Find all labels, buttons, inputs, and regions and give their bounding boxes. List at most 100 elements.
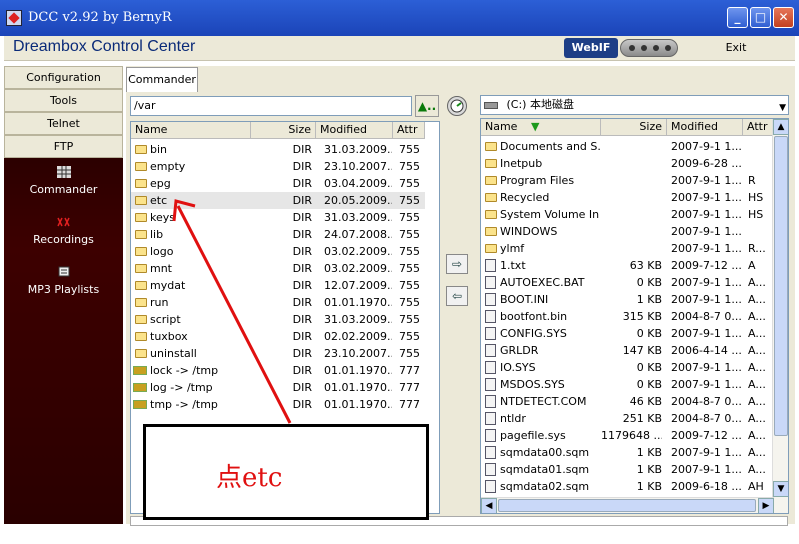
table-row[interactable]: lock -> /tmp DIR 01.01.1970... 777 xyxy=(131,362,425,379)
column-attr[interactable]: Attr xyxy=(393,122,425,139)
cell-name: sqmdata00.sqm xyxy=(500,446,590,459)
scroll-thumb[interactable] xyxy=(774,136,788,436)
table-row[interactable]: epg DIR 03.04.2009... 755 xyxy=(131,175,425,192)
folder-icon xyxy=(135,213,147,222)
table-row[interactable]: run DIR 01.01.1970... 755 xyxy=(131,294,425,311)
scroll-up-icon[interactable]: ▲ xyxy=(773,119,788,135)
table-row[interactable]: Inetpub 2009-6-28 ... xyxy=(481,155,774,172)
file-icon xyxy=(485,259,496,272)
cell-name: sqmdata02.sqm xyxy=(500,480,590,493)
cell-attr: A... xyxy=(748,293,766,306)
cell-attr: 777 xyxy=(399,364,420,377)
table-row[interactable]: Documents and S... 2007-9-1 1... xyxy=(481,138,774,155)
table-row[interactable]: tmp -> /tmp DIR 01.01.1970... 777 xyxy=(131,396,425,413)
table-row[interactable]: tuxbox DIR 02.02.2009... 755 xyxy=(131,328,425,345)
cell-size: 1 KB xyxy=(636,446,662,459)
chevron-down-icon[interactable]: ▼ xyxy=(779,99,786,117)
column-attr-right[interactable]: Attr xyxy=(743,119,773,136)
cell-name: tmp -> /tmp xyxy=(150,398,218,411)
cell-modified: 01.01.1970... xyxy=(324,381,392,394)
file-icon xyxy=(485,276,496,289)
minimize-button[interactable]: _ xyxy=(727,7,748,28)
cell-attr: HS xyxy=(748,191,764,204)
table-row[interactable]: IO.SYS 0 KB 2007-9-1 1... A... xyxy=(481,359,774,376)
table-row[interactable]: AUTOEXEC.BAT 0 KB 2007-9-1 1... A... xyxy=(481,274,774,291)
table-row[interactable]: System Volume In... 2007-9-1 1... HS xyxy=(481,206,774,223)
table-row[interactable]: CONFIG.SYS 0 KB 2007-9-1 1... A... xyxy=(481,325,774,342)
maximize-button[interactable]: □ xyxy=(750,7,771,28)
cell-attr: 755 xyxy=(399,330,420,343)
webif-button[interactable]: WebIF xyxy=(564,38,618,58)
table-row[interactable]: sqmdata00.sqm 1 KB 2007-9-1 1... A... xyxy=(481,444,774,461)
table-row[interactable]: sqmdata02.sqm 1 KB 2009-6-18 ... AH xyxy=(481,478,774,495)
horizontal-scrollbar[interactable]: ◀ ▶ xyxy=(481,497,774,513)
cell-attr: A... xyxy=(748,378,766,391)
column-name[interactable]: Name xyxy=(131,122,251,139)
table-row[interactable]: ylmf 2007-9-1 1... R... xyxy=(481,240,774,257)
scroll-down-icon[interactable]: ▼ xyxy=(773,481,788,497)
folder-icon xyxy=(135,145,147,154)
file-icon xyxy=(485,412,496,425)
table-row[interactable]: 1.txt 63 KB 2009-7-12 ... A xyxy=(481,257,774,274)
nav-tools[interactable]: Tools xyxy=(4,89,123,112)
cell-attr: 755 xyxy=(399,347,420,360)
table-row[interactable]: WINDOWS 2007-9-1 1... xyxy=(481,223,774,240)
column-size[interactable]: Size xyxy=(251,122,316,139)
cell-size: DIR xyxy=(292,313,312,326)
nav-commander[interactable]: Commander xyxy=(4,166,123,196)
table-row[interactable]: ntldr 251 KB 2004-8-7 0... A... xyxy=(481,410,774,427)
drive-select[interactable]: (C:) 本地磁盘 ▼ xyxy=(480,95,789,115)
cell-modified: 01.01.1970... xyxy=(324,296,392,309)
parent-directory-button[interactable]: ▲.. xyxy=(415,95,439,117)
remote-control-button[interactable] xyxy=(620,39,678,57)
copy-to-remote-button[interactable]: ⇨ xyxy=(446,254,468,274)
table-row[interactable]: Recycled 2007-9-1 1... HS xyxy=(481,189,774,206)
left-path-field[interactable]: /var xyxy=(130,96,412,116)
table-row[interactable]: Program Files 2007-9-1 1... R xyxy=(481,172,774,189)
table-row[interactable]: mydat DIR 12.07.2009... 755 xyxy=(131,277,425,294)
refresh-button[interactable] xyxy=(447,96,467,116)
table-row[interactable]: BOOT.INI 1 KB 2007-9-1 1... A... xyxy=(481,291,774,308)
table-row[interactable]: uninstall DIR 23.10.2007... 755 xyxy=(131,345,425,362)
cell-size: DIR xyxy=(292,177,312,190)
table-row[interactable]: pagefile.sys 1179648 ... 2009-7-12 ... A... xyxy=(481,427,774,444)
copy-to-local-button[interactable]: ⇦ xyxy=(446,286,468,306)
cell-modified: 03.04.2009... xyxy=(324,177,392,190)
table-row[interactable]: mnt DIR 03.02.2009... 755 xyxy=(131,260,425,277)
table-row[interactable]: GRLDR 147 KB 2006-4-14 ... A... xyxy=(481,342,774,359)
table-row[interactable]: bootfont.bin 315 KB 2004-8-7 0... A... xyxy=(481,308,774,325)
nav-telnet[interactable]: Telnet xyxy=(4,112,123,135)
tab-commander[interactable]: Commander xyxy=(126,67,198,92)
scroll-right-icon[interactable]: ▶ xyxy=(758,498,774,513)
cell-size: 1 KB xyxy=(636,480,662,493)
nav-mp3-playlists[interactable]: MP3 Playlists xyxy=(4,266,123,296)
scroll-left-icon[interactable]: ◀ xyxy=(481,498,497,513)
table-row[interactable]: keys DIR 31.03.2009... 755 xyxy=(131,209,425,226)
horizontal-scroll-thumb[interactable] xyxy=(498,499,756,512)
table-row[interactable]: script DIR 31.03.2009... 755 xyxy=(131,311,425,328)
cell-size: DIR xyxy=(292,194,312,207)
table-row[interactable]: etc DIR 20.05.2009... 755 xyxy=(131,192,425,209)
column-name-right[interactable]: Name ▼ xyxy=(481,119,601,136)
nav-recordings[interactable]: Recordings xyxy=(4,216,123,246)
table-row[interactable]: logo DIR 03.02.2009... 755 xyxy=(131,243,425,260)
close-button[interactable]: ✕ xyxy=(773,7,794,28)
cell-attr: 755 xyxy=(399,245,420,258)
local-file-list[interactable]: Name ▼ Size Modified Attr Documents and … xyxy=(480,118,789,514)
table-row[interactable]: MSDOS.SYS 0 KB 2007-9-1 1... A... xyxy=(481,376,774,393)
column-modified[interactable]: Modified xyxy=(316,122,393,139)
cell-attr: 755 xyxy=(399,194,420,207)
vertical-scrollbar[interactable]: ▲ ▼ xyxy=(772,119,788,513)
table-row[interactable]: NTDETECT.COM 46 KB 2004-8-7 0... A... xyxy=(481,393,774,410)
table-row[interactable]: bin DIR 31.03.2009... 755 xyxy=(131,141,425,158)
column-size-right[interactable]: Size xyxy=(601,119,667,136)
nav-configuration[interactable]: Configuration xyxy=(4,66,123,89)
table-row[interactable]: sqmdata01.sqm 1 KB 2007-9-1 1... A... xyxy=(481,461,774,478)
nav-ftp[interactable]: FTP xyxy=(4,135,123,158)
column-modified-right[interactable]: Modified xyxy=(667,119,743,136)
table-row[interactable]: log -> /tmp DIR 01.01.1970... 777 xyxy=(131,379,425,396)
table-row[interactable]: lib DIR 24.07.2008... 755 xyxy=(131,226,425,243)
table-row[interactable]: empty DIR 23.10.2007... 755 xyxy=(131,158,425,175)
exit-button[interactable]: Exit xyxy=(694,37,778,59)
cell-name: CONFIG.SYS xyxy=(500,327,567,340)
